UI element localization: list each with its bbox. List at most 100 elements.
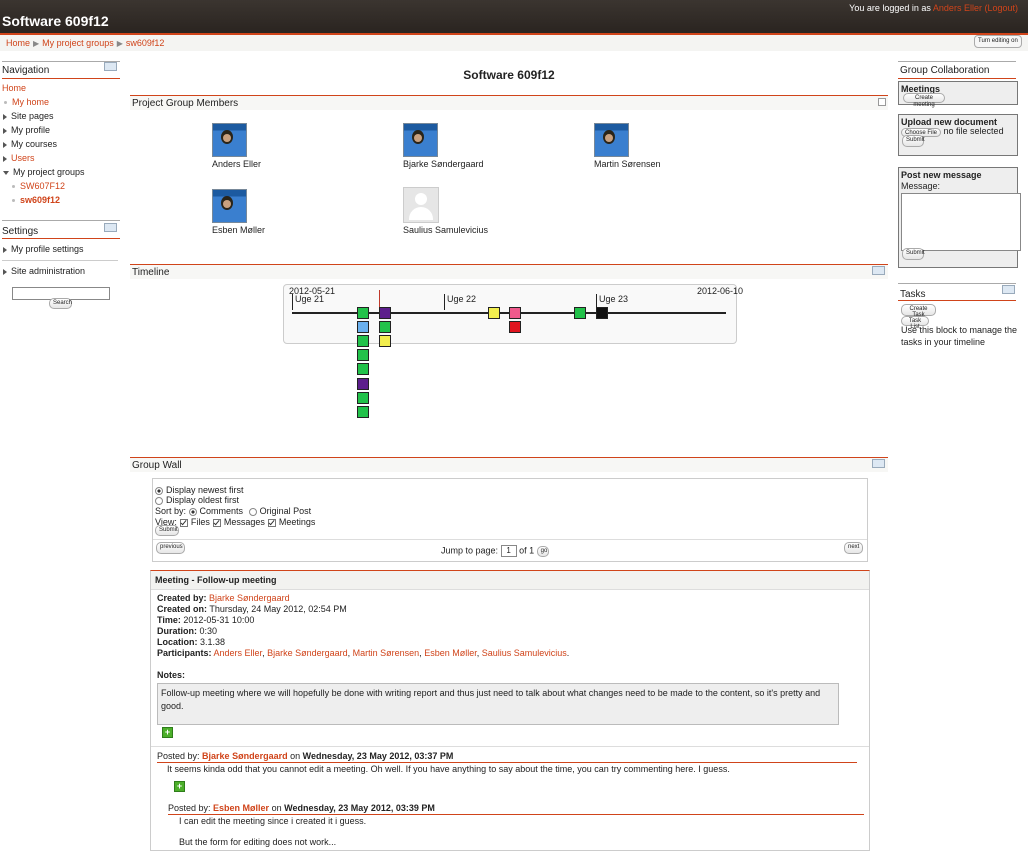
radio-icon[interactable] [248, 507, 257, 516]
timeline-event-green[interactable] [357, 406, 369, 418]
page-number-input[interactable]: 1 [500, 545, 517, 557]
timeline-event-green[interactable] [357, 335, 369, 347]
timeline-event-red[interactable] [509, 321, 521, 333]
timeline-event-purple[interactable] [379, 307, 391, 319]
member-card[interactable]: Martin Sørensen [594, 123, 704, 169]
timeline-event-black[interactable] [596, 307, 608, 319]
wall-section-header: Group Wall [130, 457, 888, 472]
checkbox-files[interactable] [179, 518, 188, 527]
radio-checked-icon[interactable] [155, 486, 163, 495]
nav-item-users[interactable]: Users [3, 153, 35, 163]
member-card[interactable]: Bjarke Søndergaard [403, 123, 513, 169]
checkbox-messages[interactable] [212, 518, 221, 527]
create-task-button[interactable]: Create Task [901, 304, 936, 318]
settings-my-profile-settings[interactable]: My profile settings [3, 244, 84, 254]
nav-subitem-sw609f12[interactable]: sw609f12 [12, 195, 60, 205]
member-avatar[interactable] [212, 123, 247, 157]
dock-block-icon[interactable] [1002, 285, 1015, 294]
upload-submit-button[interactable]: Submit [902, 135, 925, 147]
add-reply-icon[interactable]: + [174, 781, 185, 792]
create-meeting-button[interactable]: Create meeting [903, 93, 945, 108]
comment-author-link[interactable]: Esben Møller [213, 803, 269, 813]
breadcrumb-current[interactable]: sw609f12 [126, 38, 165, 48]
turn-editing-button[interactable]: Turn editing on [974, 35, 1022, 48]
timeline-event-green[interactable] [379, 321, 391, 333]
navigation-rule [2, 78, 120, 79]
timeline-event-purple[interactable] [357, 378, 369, 390]
timeline-event-green[interactable] [357, 392, 369, 404]
add-comment-icon[interactable]: + [162, 727, 173, 738]
participant-link[interactable]: Saulius Samulevicius [482, 648, 567, 658]
settings-search-button[interactable]: Search [49, 298, 72, 309]
radio-checked-icon[interactable] [188, 507, 197, 516]
member-card[interactable]: Anders Eller [212, 123, 322, 169]
nav-item-my-home[interactable]: My home [4, 97, 49, 107]
member-name[interactable]: Saulius Samulevicius [403, 225, 513, 235]
timeline-event-yellow[interactable] [379, 335, 391, 347]
member-name[interactable]: Anders Eller [212, 159, 322, 169]
timeline-event-green[interactable] [357, 363, 369, 375]
nav-item-label: My project groups [13, 167, 85, 177]
go-button[interactable]: go [536, 545, 549, 557]
member-card[interactable]: Saulius Samulevicius [403, 187, 513, 235]
breadcrumb-my-project-groups[interactable]: My project groups [42, 38, 114, 48]
participant-link[interactable]: Anders Eller [214, 648, 263, 658]
participant-link[interactable]: Esben Møller [424, 648, 477, 658]
creator-link[interactable]: Bjarke Søndergaard [209, 593, 290, 603]
member-name[interactable]: Esben Møller [212, 225, 322, 235]
wall-submit-button[interactable]: Submit [155, 525, 179, 536]
timeline-event-pink[interactable] [509, 307, 521, 319]
timeline-event-green[interactable] [357, 307, 369, 319]
collapse-block-icon[interactable] [878, 98, 886, 106]
field-value: 3.1.38 [200, 637, 226, 647]
checkbox-meetings[interactable] [267, 518, 276, 527]
message-submit-button[interactable]: Submit [902, 248, 925, 260]
dock-block-icon[interactable] [104, 62, 117, 71]
breadcrumb-home[interactable]: Home [6, 38, 30, 48]
nav-home[interactable]: Home [2, 83, 26, 93]
member-avatar[interactable] [212, 189, 247, 223]
previous-page-button[interactable]: previous [156, 542, 185, 554]
member-name[interactable]: Martin Sørensen [594, 159, 704, 169]
dock-block-icon[interactable] [104, 223, 117, 232]
timeline-event-green[interactable] [357, 349, 369, 361]
dock-block-icon[interactable] [872, 266, 885, 275]
timeline-event-yellow[interactable] [488, 307, 500, 319]
meetings-box: Meetings Create meeting [898, 81, 1018, 108]
nav-item-site-pages[interactable]: Site pages [3, 111, 54, 121]
dock-block-icon[interactable] [872, 459, 885, 468]
member-card[interactable]: Esben Møller [212, 189, 322, 235]
meeting-notes-label: Notes: [157, 670, 185, 680]
next-page-button[interactable]: next [844, 542, 863, 554]
nav-item-my-project-groups[interactable]: My project groups [3, 167, 85, 177]
nav-item-my-profile[interactable]: My profile [3, 125, 50, 135]
user-name-link[interactable]: Anders Eller [933, 3, 982, 13]
nav-item-label: My courses [11, 139, 58, 149]
member-avatar[interactable] [594, 123, 629, 157]
avatar-face [223, 134, 231, 142]
member-avatar[interactable] [403, 123, 438, 157]
meeting-title: Meeting - Follow-up meeting [155, 575, 277, 585]
comment-author-link[interactable]: Bjarke Søndergaard [202, 751, 288, 761]
field-value: Thursday, 24 May 2012, 02:54 PM [209, 604, 347, 614]
radio-icon[interactable] [155, 496, 163, 505]
nav-item-my-courses[interactable]: My courses [3, 139, 57, 149]
breadcrumb-separator-icon: ▶ [116, 39, 123, 48]
field-label: Duration: [157, 626, 197, 636]
display-oldest-option[interactable]: Display oldest first [155, 495, 239, 505]
timeline-event-blue[interactable] [357, 321, 369, 333]
logout-link[interactable]: (Logout) [984, 3, 1018, 13]
display-newest-option[interactable]: Display newest first [155, 485, 244, 495]
week-tick [444, 294, 445, 310]
message-textarea[interactable] [901, 193, 1021, 251]
avatar-head-shape [415, 193, 427, 205]
timeline-event-green[interactable] [574, 307, 586, 319]
default-avatar-icon[interactable] [403, 187, 439, 223]
nav-subitem-sw607f12[interactable]: SW607F12 [12, 181, 65, 191]
participant-link[interactable]: Bjarke Søndergaard [267, 648, 348, 658]
participant-link[interactable]: Martin Sørensen [353, 648, 420, 658]
settings-site-administration[interactable]: Site administration [3, 266, 85, 276]
view-meetings-label: Meetings [278, 517, 316, 527]
comment-rule [157, 762, 857, 763]
member-name[interactable]: Bjarke Søndergaard [403, 159, 513, 169]
